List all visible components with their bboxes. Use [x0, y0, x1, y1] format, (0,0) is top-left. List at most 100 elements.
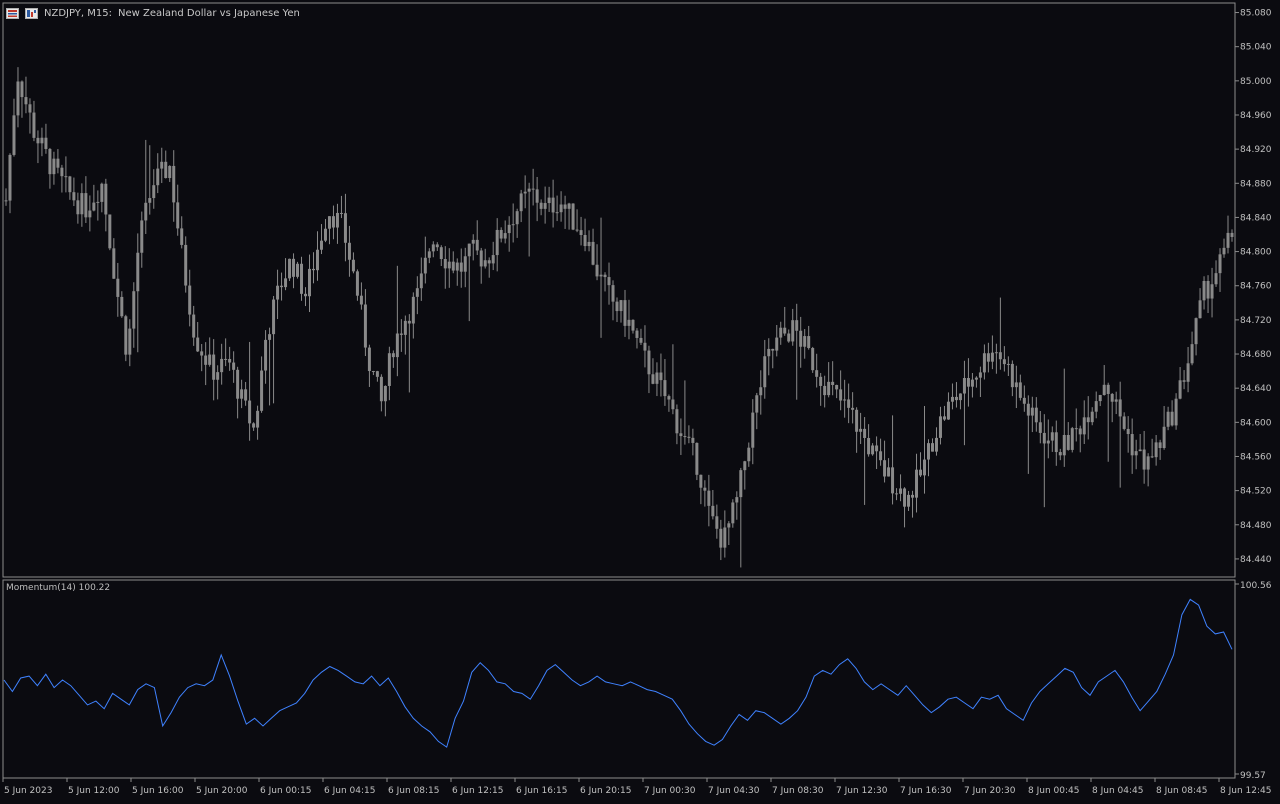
candle-body	[395, 333, 399, 358]
candle-body	[579, 230, 583, 236]
candle-body	[487, 260, 491, 264]
candle-body	[84, 193, 88, 218]
candle-body	[1202, 280, 1206, 301]
candle-body	[1038, 422, 1042, 433]
candle-body	[695, 442, 699, 475]
candle-body	[763, 356, 767, 388]
candle-body	[1070, 428, 1074, 450]
candle-body	[583, 235, 587, 247]
candle-body	[304, 293, 308, 297]
candle-body	[831, 381, 835, 386]
time-tick-label: 6 Jun 12:15	[452, 786, 503, 796]
candle-body	[331, 216, 335, 228]
candle-body	[292, 258, 296, 277]
candle-body	[531, 188, 535, 190]
candle-body	[1218, 254, 1222, 274]
candle-body	[1102, 384, 1106, 396]
candle-body	[124, 316, 128, 355]
candle-body	[819, 376, 823, 386]
trade-icon[interactable]	[25, 7, 38, 19]
candle-body	[359, 295, 363, 305]
indicator-scale-low: 99.57	[1240, 771, 1266, 781]
indicator-scale-high: 100.56	[1240, 581, 1272, 591]
time-tick-label: 6 Jun 00:15	[260, 786, 311, 796]
candle-body	[60, 167, 64, 177]
candle-body	[260, 370, 264, 411]
candle-body	[739, 470, 743, 498]
candle-body	[855, 409, 859, 432]
candle-body	[1166, 411, 1170, 427]
candle-body	[523, 191, 527, 194]
candle-body	[1030, 407, 1034, 416]
grid-icon[interactable]	[6, 7, 19, 19]
candle-body	[930, 443, 934, 452]
price-tick-label: 84.720	[1240, 316, 1272, 326]
candle-body	[92, 202, 96, 211]
candle-body	[315, 249, 319, 271]
time-tick-label: 7 Jun 00:30	[644, 786, 696, 796]
candle-body	[687, 436, 691, 438]
candle-body	[12, 115, 16, 155]
candle-body	[954, 396, 958, 401]
candle-body	[539, 202, 543, 209]
time-tick-label: 7 Jun 12:30	[836, 786, 888, 796]
time-tick-label: 8 Jun 04:45	[1092, 786, 1143, 796]
candle-body	[112, 248, 116, 279]
price-tick-label: 84.600	[1240, 418, 1272, 428]
candle-body	[827, 381, 831, 396]
candle-body	[823, 385, 827, 396]
candle-body	[723, 527, 727, 548]
candle-body	[88, 210, 92, 218]
candle-body	[771, 348, 775, 351]
candle-body	[1186, 363, 1190, 382]
candle-body	[982, 353, 986, 373]
candle-body	[427, 251, 431, 258]
candle-body	[907, 494, 911, 507]
candle-body	[196, 337, 200, 352]
candle-body	[1046, 440, 1050, 444]
chart-window[interactable]: 85.080 85.040 85.000 84.960 84.920 84.880 84.8…	[0, 0, 1280, 800]
candle-body	[483, 260, 487, 267]
candle-body	[978, 372, 982, 378]
candle-body	[188, 285, 192, 315]
candle-body	[703, 487, 707, 491]
candle-body	[200, 351, 204, 356]
candle-body	[391, 353, 395, 358]
candle-body	[308, 268, 312, 297]
candle-body	[563, 204, 567, 209]
candle-body	[467, 243, 471, 257]
time-tick-label: 7 Jun 04:30	[708, 786, 760, 796]
candle-body	[503, 233, 507, 239]
candle-body	[192, 314, 196, 338]
candle-body	[715, 516, 719, 529]
candle-body	[675, 409, 679, 434]
candle-body	[807, 336, 811, 349]
candle-body	[1150, 456, 1154, 458]
time-tick-label: 7 Jun 16:30	[900, 786, 952, 796]
price-tick-label: 84.840	[1240, 213, 1272, 223]
indicator-label: Momentum(14) 100.22	[6, 583, 111, 593]
candle-body	[387, 353, 391, 386]
candle-body	[875, 445, 879, 452]
candle-body	[180, 228, 184, 245]
candle-body	[216, 372, 220, 380]
chart-canvas[interactable]: 85.080 85.040 85.000 84.960 84.920 84.880 84.8…	[0, 0, 1280, 800]
candle-body	[699, 474, 703, 488]
candle-body	[775, 337, 779, 351]
candle-body	[611, 285, 615, 302]
candle-body	[443, 259, 447, 269]
candle-body	[1086, 417, 1090, 423]
candle-body	[639, 337, 643, 343]
candle-body	[1094, 401, 1098, 412]
candle-body	[759, 387, 763, 396]
candle-body	[148, 198, 152, 203]
candle-body	[883, 460, 887, 477]
candle-body	[355, 271, 359, 296]
candle-body	[1134, 451, 1138, 456]
time-tick-label: 6 Jun 04:15	[324, 786, 375, 796]
candle-body	[1170, 411, 1174, 426]
candle-body	[1118, 399, 1122, 417]
candle-body	[926, 443, 930, 460]
candle-body	[1110, 393, 1114, 402]
candle-body	[863, 428, 867, 438]
